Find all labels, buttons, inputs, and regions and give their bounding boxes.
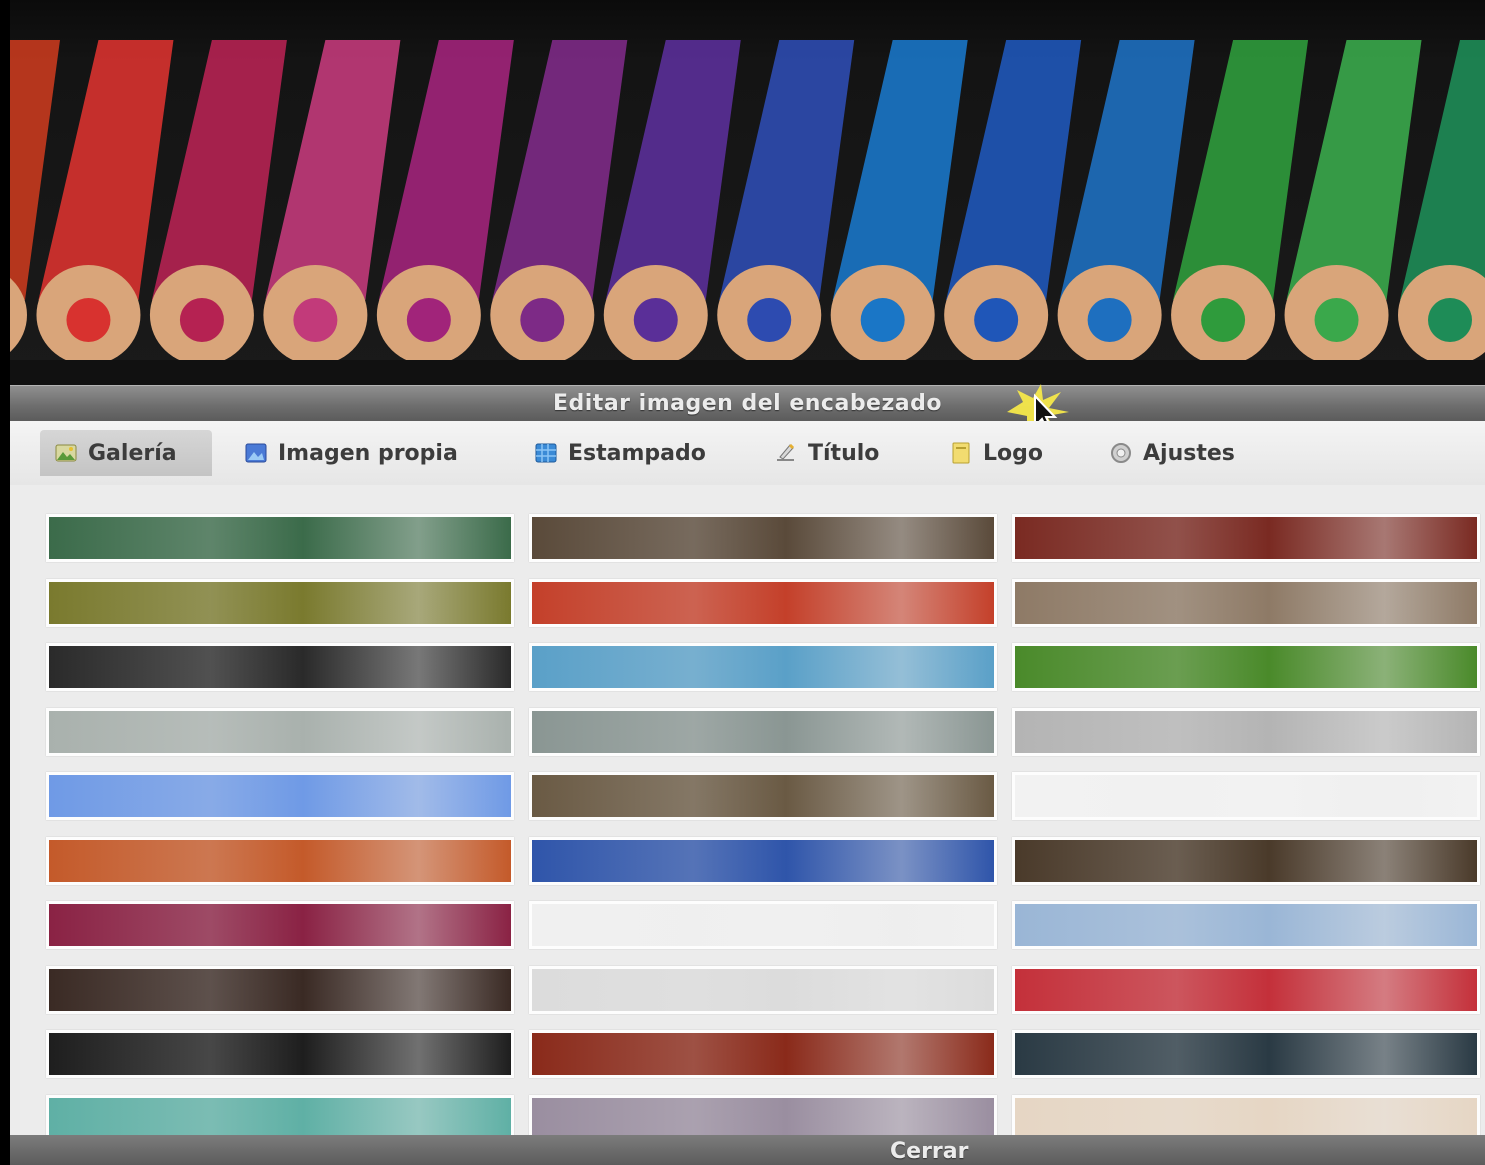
dialog-bottom-bar: Cerrar	[10, 1135, 1485, 1165]
gallery-thumbnail[interactable]	[46, 836, 514, 885]
tab-label: Imagen propia	[278, 440, 458, 466]
gallery-thumbnail[interactable]	[529, 965, 997, 1014]
logo-icon	[952, 442, 970, 464]
image-shadow	[10, 360, 1485, 385]
gallery-thumbnail[interactable]	[529, 707, 997, 756]
pattern-icon	[535, 443, 557, 463]
tab-label: Logo	[983, 440, 1043, 466]
gallery-thumbnail[interactable]	[529, 1094, 997, 1135]
tab-label: Estampado	[568, 440, 706, 466]
gallery-thumbnail[interactable]	[529, 901, 997, 949]
gallery-thumbnail[interactable]	[529, 514, 997, 562]
gallery-thumbnail[interactable]	[529, 1030, 997, 1078]
gallery-thumbnail[interactable]	[529, 836, 997, 885]
gallery-thumbnail[interactable]	[46, 707, 514, 756]
gallery-thumbnail[interactable]	[1012, 643, 1480, 691]
gallery-thumbnail[interactable]	[46, 643, 514, 691]
gallery-thumbnail[interactable]	[1012, 707, 1480, 756]
gallery-thumbnail[interactable]	[46, 578, 514, 627]
tab-logo[interactable]: Logo	[935, 430, 1070, 476]
gallery-thumbnail[interactable]	[1012, 965, 1480, 1014]
gallery-thumbnail[interactable]	[529, 578, 997, 627]
dialog-title-bar: Editar imagen del encabezado	[10, 385, 1485, 422]
tab-imagen-propia[interactable]: Imagen propia	[230, 430, 500, 476]
gallery-thumbnail[interactable]	[46, 965, 514, 1014]
close-button[interactable]: Cerrar	[890, 1139, 968, 1164]
colored-pencils-image	[10, 40, 1485, 385]
settings-icon	[1111, 443, 1131, 463]
header-image-preview	[10, 0, 1485, 385]
tab-label: Ajustes	[1143, 440, 1235, 466]
text-icon	[777, 443, 795, 461]
gallery-thumbnail[interactable]	[529, 772, 997, 820]
gallery-thumbnail[interactable]	[1012, 578, 1480, 627]
dialog-body: Galería Imagen propia Estampado Título L…	[10, 421, 1485, 1135]
gallery-thumbnail[interactable]	[46, 514, 514, 562]
tab-label: Galería	[88, 440, 177, 466]
tab-galeria[interactable]: Galería	[40, 430, 212, 476]
gallery-thumbnail[interactable]	[529, 643, 997, 691]
gallery-thumbnail[interactable]	[1012, 1030, 1480, 1078]
image-icon	[245, 443, 267, 463]
gallery-thumbnail[interactable]	[1012, 514, 1480, 562]
gallery-thumbnail[interactable]	[46, 1030, 514, 1078]
gallery-grid	[30, 496, 1485, 1135]
tab-bar: Galería Imagen propia Estampado Título L…	[10, 421, 1485, 485]
tab-titulo[interactable]: Título	[760, 430, 910, 476]
gallery-thumbnail[interactable]	[1012, 836, 1480, 885]
gallery-thumbnail[interactable]	[1012, 1094, 1480, 1135]
tab-ajustes[interactable]: Ajustes	[1095, 430, 1265, 476]
gallery-thumbnail[interactable]	[1012, 901, 1480, 949]
gallery-thumbnail[interactable]	[46, 901, 514, 949]
gallery-thumbnail[interactable]	[46, 772, 514, 820]
gallery-icon	[55, 444, 77, 462]
tab-label: Título	[808, 440, 880, 466]
tab-estampado[interactable]: Estampado	[520, 430, 740, 476]
dialog-title: Editar imagen del encabezado	[552, 391, 942, 416]
gallery-thumbnail[interactable]	[1012, 772, 1480, 820]
gallery-thumbnail[interactable]	[46, 1094, 514, 1135]
window-edge	[0, 0, 10, 1165]
